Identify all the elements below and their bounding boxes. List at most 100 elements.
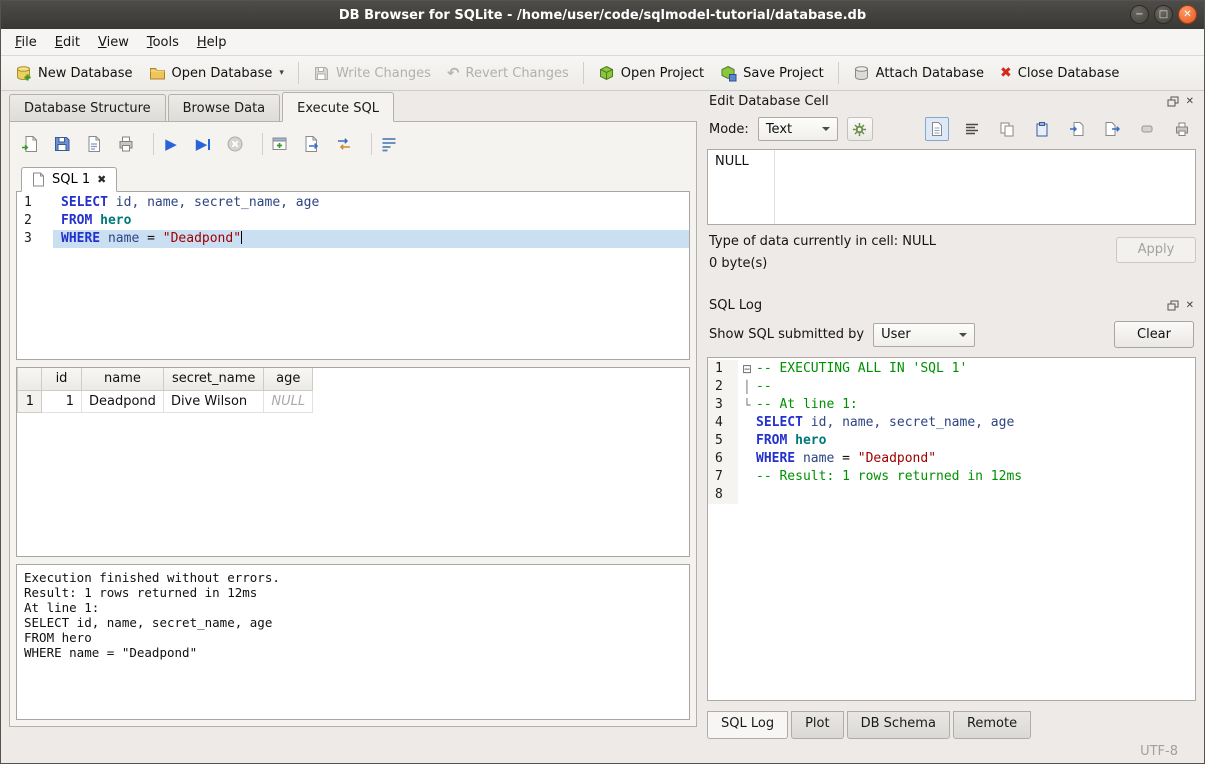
encoding-indicator[interactable]: UTF-8 — [1140, 744, 1178, 759]
open-database-icon — [149, 65, 166, 82]
tab-database-structure[interactable]: Database Structure — [9, 94, 166, 121]
tab-execute-sql[interactable]: Execute SQL — [282, 92, 394, 122]
tab-remote[interactable]: Remote — [953, 711, 1031, 739]
copy-cell-button[interactable] — [995, 117, 1019, 141]
submitted-by-combobox[interactable]: User — [873, 323, 975, 347]
float-dock-icon[interactable] — [1167, 300, 1179, 312]
line-number: 2 — [708, 378, 738, 396]
auto-format-button[interactable] — [847, 117, 873, 141]
code-line: FROM hero — [53, 212, 689, 230]
corner-header[interactable] — [18, 368, 42, 390]
line-number: 8 — [708, 486, 738, 504]
cell-editor-margin — [774, 150, 775, 224]
cell-secret-name[interactable]: Dive Wilson — [163, 390, 263, 412]
log-line: 4 SELECT id, name, secret_name, age — [708, 414, 1195, 432]
text-mode-button[interactable] — [925, 117, 949, 141]
cell-content[interactable]: NULL — [715, 154, 749, 169]
sql-log-filter-row: Show SQL submitted by User Clear — [707, 317, 1196, 357]
column-header-id[interactable]: id — [42, 368, 82, 390]
open-database-dropdown-icon[interactable]: ▾ — [279, 68, 284, 78]
sql-string: "Deadpond" — [858, 451, 936, 466]
word-wrap-cell-button[interactable] — [960, 117, 984, 141]
cell-id[interactable]: 1 — [42, 390, 82, 412]
sql-log-dock-header[interactable]: SQL Log ✕ — [707, 295, 1196, 317]
menu-view[interactable]: View — [89, 31, 138, 54]
revert-changes-label: Revert Changes — [466, 66, 569, 81]
sql-editor[interactable]: 1 SELECT id, name, secret_name, age 2 FR… — [16, 192, 690, 360]
maximize-button[interactable]: □ — [1154, 5, 1173, 24]
word-wrap-button[interactable] — [378, 133, 400, 155]
edit-cell-dock-header[interactable]: Edit Database Cell ✕ — [707, 91, 1196, 113]
menu-help[interactable]: Help — [188, 31, 236, 54]
mode-combobox[interactable]: Text — [758, 117, 838, 141]
line-number: 3 — [17, 230, 53, 248]
attach-database-button[interactable]: Attach Database — [845, 61, 992, 86]
save-sql-as-button[interactable] — [83, 133, 105, 155]
new-sql-tab-button[interactable] — [269, 133, 291, 155]
log-line: 2 │ -- — [708, 378, 1195, 396]
close-dock-icon[interactable]: ✕ — [1186, 97, 1194, 107]
menu-file[interactable]: File — [6, 31, 46, 54]
set-null-button[interactable] — [1135, 117, 1159, 141]
close-dock-icon[interactable]: ✕ — [1186, 301, 1194, 311]
open-database-button[interactable]: Open Database ▾ — [141, 61, 292, 86]
menu-tools[interactable]: Tools — [138, 31, 188, 54]
print-sql-button[interactable] — [115, 133, 137, 155]
toolbar-separator — [371, 133, 372, 155]
column-header-age[interactable]: age — [264, 368, 313, 390]
log-line: 3 └ -- At line 1: — [708, 396, 1195, 414]
paste-cell-button[interactable] — [1030, 117, 1054, 141]
column-header-name[interactable]: name — [82, 368, 164, 390]
sql-tab-close-icon[interactable]: ✖ — [97, 173, 106, 186]
clear-button[interactable]: Clear — [1114, 321, 1194, 348]
editor-line-current[interactable]: 3 WHERE name = "Deadpond" — [17, 230, 689, 248]
fold-marker-icon[interactable]: ⊟ — [738, 360, 756, 378]
export-sql-button[interactable] — [301, 133, 323, 155]
sql-identifiers: id, name, secret_name, age — [803, 415, 1014, 430]
open-sql-file-button[interactable] — [19, 133, 41, 155]
copy-icon — [999, 121, 1015, 137]
import-cell-button[interactable] — [1065, 117, 1089, 141]
editor-line[interactable]: 1 SELECT id, name, secret_name, age — [17, 194, 689, 212]
cell-age[interactable]: NULL — [264, 390, 313, 412]
find-replace-button[interactable] — [333, 133, 355, 155]
save-project-button[interactable]: Save Project — [712, 61, 832, 86]
close-database-button[interactable]: ✖ Close Database — [992, 61, 1127, 85]
cell-editor[interactable]: NULL — [707, 149, 1196, 225]
execute-all-icon: ▶ — [165, 135, 177, 153]
minimize-button[interactable]: − — [1130, 5, 1149, 24]
print-cell-button[interactable] — [1170, 117, 1194, 141]
tab-plot[interactable]: Plot — [791, 711, 844, 739]
table-row[interactable]: 1 1 Deadpond Dive Wilson NULL — [18, 390, 313, 412]
cell-mode-row: Mode: Text — [707, 113, 1196, 149]
sql-log-view[interactable]: 1 ⊟ -- EXECUTING ALL IN 'SQL 1' 2 │ -- 3… — [707, 357, 1196, 701]
close-window-button[interactable]: ✕ — [1178, 5, 1197, 24]
save-sql-file-button[interactable] — [51, 133, 73, 155]
new-database-button[interactable]: New Database — [7, 61, 141, 86]
right-panel: Edit Database Cell ✕ Mode: Text — [707, 91, 1196, 739]
code-line: SELECT id, name, secret_name, age — [53, 194, 689, 212]
tab-sql-log[interactable]: SQL Log — [707, 711, 788, 739]
dock-tab-bar: SQL Log Plot DB Schema Remote — [707, 711, 1196, 739]
column-header-secret-name[interactable]: secret_name — [163, 368, 263, 390]
cell-info-block: Type of data currently in cell: NULL 0 b… — [707, 225, 1196, 281]
editor-line[interactable]: 2 FROM hero — [17, 212, 689, 230]
menu-edit[interactable]: Edit — [46, 31, 89, 54]
cell-name[interactable]: Deadpond — [82, 390, 164, 412]
tab-browse-data[interactable]: Browse Data — [168, 94, 281, 121]
sql-string: "Deadpond" — [163, 231, 241, 246]
combo-arrow-icon — [959, 333, 967, 341]
open-project-button[interactable]: Open Project — [590, 61, 712, 86]
write-changes-icon — [313, 65, 330, 82]
float-dock-icon[interactable] — [1167, 96, 1179, 108]
titlebar[interactable]: DB Browser for SQLite - /home/user/code/… — [1, 1, 1204, 29]
row-number: 1 — [18, 390, 42, 412]
export-cell-button[interactable] — [1100, 117, 1124, 141]
tab-db-schema[interactable]: DB Schema — [847, 711, 950, 739]
save-project-label: Save Project — [743, 66, 824, 81]
execute-all-button[interactable]: ▶ — [160, 133, 182, 155]
execute-line-button[interactable]: ▶ — [192, 133, 214, 155]
results-table: id name secret_name age 1 1 Deadpond Div… — [17, 368, 313, 413]
results-grid[interactable]: id name secret_name age 1 1 Deadpond Div… — [16, 367, 690, 557]
sql-tab[interactable]: SQL 1 ✖ — [21, 167, 117, 192]
